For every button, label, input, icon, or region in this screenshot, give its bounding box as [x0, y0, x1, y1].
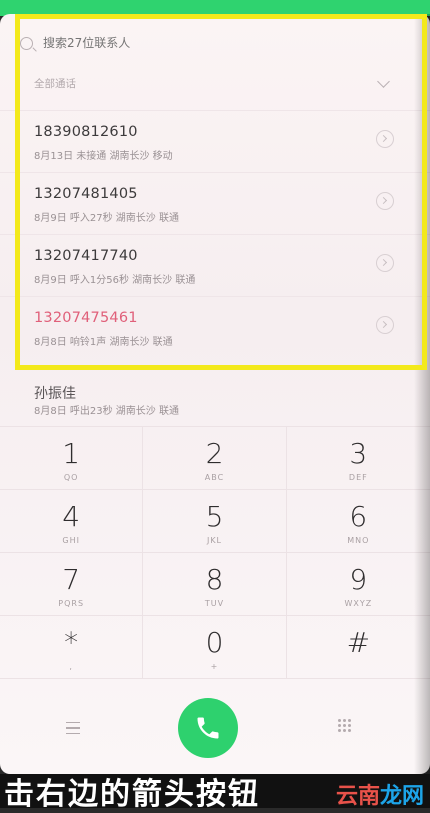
- key-6[interactable]: 6 MNO: [286, 490, 430, 553]
- watermark-part1: 云南: [335, 784, 380, 809]
- key-2[interactable]: 2 ABC: [143, 427, 287, 490]
- chevron-down-icon[interactable]: [377, 75, 390, 88]
- call-log-list: 18390812610 8月13日 未接通 湖南长沙 移动 1320748140…: [0, 110, 430, 358]
- dialpad-icon[interactable]: [338, 719, 352, 733]
- call-detail-arrow-icon[interactable]: [376, 316, 394, 334]
- call-number-missed: 13207475461: [34, 310, 138, 326]
- key-letters: QO: [63, 473, 79, 482]
- section-title: 全部通话: [34, 78, 76, 90]
- screen-edge-shadow: [414, 14, 430, 774]
- call-number: 13207481405: [34, 186, 138, 202]
- search-icon: [20, 36, 33, 50]
- key-8[interactable]: 8 TUV: [143, 553, 287, 616]
- call-log-item-partial[interactable]: 孙振佳 8月8日 呼出23秒 湖南长沙 联通: [0, 368, 430, 423]
- call-meta: 8月9日 呼入1分56秒 湖南长沙 联通: [34, 275, 196, 286]
- caption-text: 击右边的箭头按钮: [4, 777, 260, 812]
- key-digit: 5: [205, 500, 224, 533]
- call-meta: 8月8日 呼出23秒 湖南长沙 联通: [34, 406, 179, 417]
- key-4[interactable]: 4 GHI: [0, 490, 144, 553]
- key-7[interactable]: 7 PQRS: [0, 553, 144, 616]
- call-log-item[interactable]: 13207417740 8月9日 呼入1分56秒 湖南长沙 联通: [0, 234, 430, 296]
- key-3[interactable]: 3 DEF: [286, 427, 430, 490]
- key-letters: WXYZ: [344, 599, 373, 608]
- key-letters: TUV: [204, 599, 225, 608]
- contact-name: 孙振佳: [34, 386, 76, 402]
- key-5[interactable]: 5 JKL: [143, 490, 287, 553]
- call-log-item[interactable]: 13207481405 8月9日 呼入27秒 湖南长沙 联通: [0, 172, 430, 234]
- key-digit: #: [346, 626, 371, 659]
- key-letters: DEF: [348, 473, 368, 482]
- key-digit: 8: [205, 563, 224, 596]
- key-star[interactable]: *,: [0, 616, 144, 679]
- key-digit: 2: [205, 437, 224, 470]
- call-meta: 8月9日 呼入27秒 湖南长沙 联通: [34, 213, 179, 224]
- dialer-bottom-bar: [0, 678, 430, 774]
- call-detail-arrow-icon[interactable]: [376, 130, 394, 148]
- key-hash[interactable]: #: [286, 616, 430, 679]
- call-detail-arrow-icon[interactable]: [376, 254, 394, 272]
- key-letters: GHI: [62, 536, 80, 545]
- key-letters: PQRS: [58, 599, 85, 608]
- key-1[interactable]: 1 QO: [0, 427, 144, 490]
- key-9[interactable]: 9 WXYZ: [286, 553, 430, 616]
- key-digit: *: [64, 626, 79, 659]
- section-header[interactable]: 全部通话: [34, 75, 390, 91]
- watermark-part2: 龙网: [379, 784, 424, 809]
- key-letters: MNO: [347, 536, 370, 545]
- search-input[interactable]: [43, 36, 343, 50]
- call-log-item[interactable]: 18390812610 8月13日 未接通 湖南长沙 移动: [0, 110, 430, 172]
- call-log-item[interactable]: 13207475461 8月8日 响铃1声 湖南长沙 联通: [0, 296, 430, 358]
- call-meta: 8月13日 未接通 湖南长沙 移动: [34, 151, 173, 162]
- key-0[interactable]: 0 +: [143, 616, 287, 679]
- search-bar[interactable]: [20, 30, 400, 56]
- key-digit: 6: [349, 500, 368, 533]
- call-meta: 8月8日 响铃1声 湖南长沙 联通: [34, 337, 173, 348]
- key-letters: JKL: [206, 536, 223, 545]
- call-number: 18390812610: [34, 124, 138, 140]
- watermark: 云南龙网: [336, 778, 424, 810]
- key-digit: 0: [205, 626, 224, 659]
- phone-icon: [197, 717, 219, 739]
- key-digit: 9: [349, 563, 368, 596]
- key-digit: 4: [62, 500, 81, 533]
- dialer-screen: 全部通话 18390812610 8月13日 未接通 湖南长沙 移动 13207…: [0, 14, 430, 774]
- key-letters: ,: [69, 662, 73, 671]
- key-letters: +: [210, 662, 219, 671]
- key-digit: 7: [62, 563, 81, 596]
- call-detail-arrow-icon[interactable]: [376, 192, 394, 210]
- call-button[interactable]: [178, 698, 238, 758]
- key-digit: 1: [62, 437, 81, 470]
- key-digit: 3: [349, 437, 368, 470]
- call-number: 13207417740: [34, 248, 138, 264]
- menu-icon[interactable]: [66, 722, 80, 734]
- dial-keypad: 1 QO 2 ABC 3 DEF 4 GHI 5 JKL 6 MNO 7 PQRS 8 TUV …: [0, 426, 430, 679]
- key-letters: ABC: [204, 473, 225, 482]
